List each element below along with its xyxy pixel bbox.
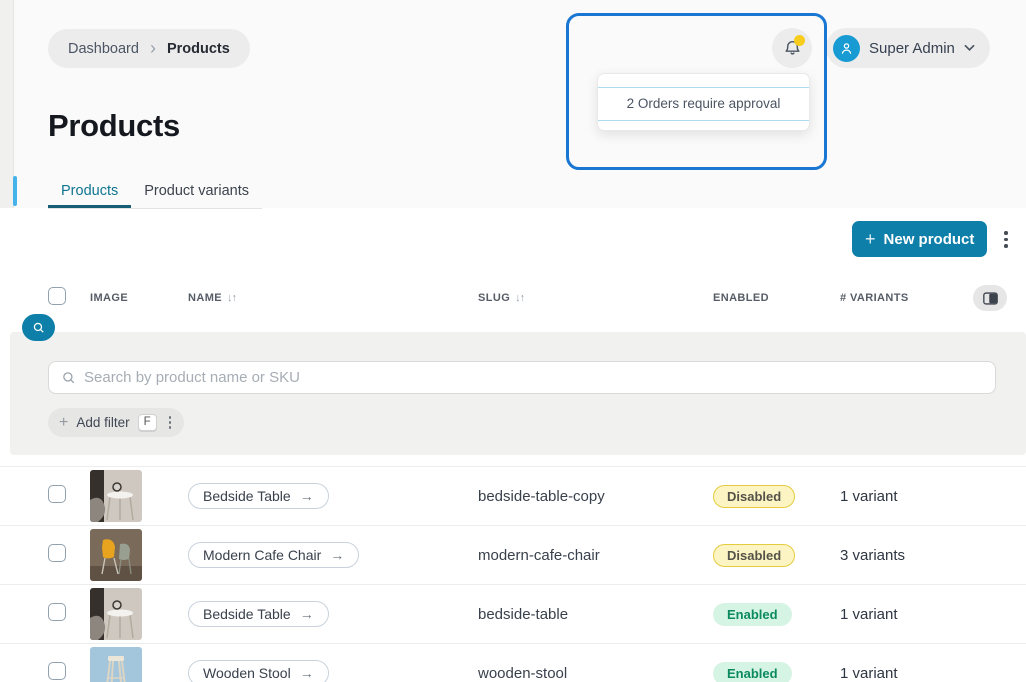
sort-icon[interactable]: ↓↑ xyxy=(515,292,524,304)
new-product-label: New product xyxy=(884,231,975,248)
column-header-image: IMAGE xyxy=(90,292,188,304)
table-row: Bedside Table→ bedside-table Enabled 1 v… xyxy=(0,585,1026,644)
scroll-indicator[interactable] xyxy=(13,176,17,206)
notification-dot xyxy=(794,35,805,46)
select-all-checkbox[interactable] xyxy=(48,287,66,305)
filter-options-button[interactable] xyxy=(167,414,174,431)
status-badge: Enabled xyxy=(713,603,792,626)
product-name-link[interactable]: Bedside Table→ xyxy=(188,601,329,627)
notification-dropdown: 2 Orders require approval xyxy=(597,73,810,131)
column-header-name[interactable]: NAME↓↑ xyxy=(188,292,478,304)
search-input[interactable] xyxy=(84,369,995,386)
add-filter-button[interactable]: + Add filter F xyxy=(48,408,184,437)
columns-icon xyxy=(983,292,998,305)
user-name: Super Admin xyxy=(869,40,955,57)
product-name-link[interactable]: Modern Cafe Chair→ xyxy=(188,542,359,568)
more-actions-button[interactable] xyxy=(1000,227,1012,252)
search-toggle-button[interactable] xyxy=(22,314,55,341)
product-name-link[interactable]: Bedside Table→ xyxy=(188,483,329,509)
add-filter-label: Add filter xyxy=(76,415,129,430)
plus-icon: + xyxy=(59,415,68,431)
chevron-right-icon: › xyxy=(150,39,156,57)
table-row: Bedside Table→ bedside-table-copy Disabl… xyxy=(0,467,1026,526)
tab-products[interactable]: Products xyxy=(48,177,131,208)
table-row: Wooden Stool→ wooden-stool Enabled 1 var… xyxy=(0,644,1026,682)
product-slug: modern-cafe-chair xyxy=(478,547,713,564)
row-checkbox[interactable] xyxy=(48,662,66,680)
breadcrumb-item-dashboard[interactable]: Dashboard xyxy=(68,41,139,57)
column-settings-button[interactable] xyxy=(973,285,1007,311)
product-table-body: Bedside Table→ bedside-table-copy Disabl… xyxy=(0,466,1026,682)
arrow-right-icon: → xyxy=(300,665,314,681)
left-gutter xyxy=(0,0,14,208)
user-icon xyxy=(839,41,854,56)
search-box xyxy=(48,361,996,394)
status-badge: Disabled xyxy=(713,485,795,508)
search-filter-section: + Add filter F xyxy=(10,332,1026,455)
table-header: IMAGE NAME↓↑ SLUG↓↑ ENABLED # VARIANTS xyxy=(0,283,1026,313)
status-badge: Enabled xyxy=(713,662,792,682)
breadcrumb: Dashboard › Products xyxy=(48,29,250,68)
arrow-right-icon: → xyxy=(330,547,344,563)
variant-count: 3 variants xyxy=(840,547,996,564)
product-thumbnail xyxy=(90,529,142,581)
column-header-slug[interactable]: SLUG↓↑ xyxy=(478,292,713,304)
product-thumbnail xyxy=(90,588,142,640)
plus-icon: + xyxy=(865,230,876,248)
row-checkbox[interactable] xyxy=(48,603,66,621)
page-title: Products xyxy=(48,108,180,144)
arrow-right-icon: → xyxy=(300,606,314,622)
variant-count: 1 variant xyxy=(840,606,996,623)
variant-count: 1 variant xyxy=(840,488,996,505)
product-thumbnail xyxy=(90,647,142,682)
product-thumbnail xyxy=(90,470,142,522)
product-slug: bedside-table xyxy=(478,606,713,623)
row-checkbox[interactable] xyxy=(48,485,66,503)
status-badge: Disabled xyxy=(713,544,795,567)
notifications-button[interactable] xyxy=(772,28,812,68)
column-header-variants: # VARIANTS xyxy=(840,292,970,304)
variant-count: 1 variant xyxy=(840,665,996,682)
product-slug: bedside-table-copy xyxy=(478,488,713,505)
arrow-right-icon: → xyxy=(300,488,314,504)
tab-product-variants[interactable]: Product variants xyxy=(131,177,262,208)
table-row: Modern Cafe Chair→ modern-cafe-chair Dis… xyxy=(0,526,1026,585)
search-icon xyxy=(61,370,76,385)
user-menu-button[interactable]: Super Admin xyxy=(826,28,990,68)
breadcrumb-item-products: Products xyxy=(167,41,230,57)
sort-icon[interactable]: ↓↑ xyxy=(227,292,236,304)
product-slug: wooden-stool xyxy=(478,665,713,682)
row-checkbox[interactable] xyxy=(48,544,66,562)
new-product-button[interactable]: + New product xyxy=(852,221,987,257)
avatar xyxy=(833,35,860,62)
tab-bar: Products Product variants xyxy=(48,177,262,209)
column-header-enabled: ENABLED xyxy=(713,292,840,304)
notification-item[interactable]: 2 Orders require approval xyxy=(598,87,809,121)
product-name-link[interactable]: Wooden Stool→ xyxy=(188,660,329,682)
chevron-down-icon xyxy=(964,44,975,52)
shortcut-badge: F xyxy=(138,414,157,431)
search-icon xyxy=(32,321,45,334)
